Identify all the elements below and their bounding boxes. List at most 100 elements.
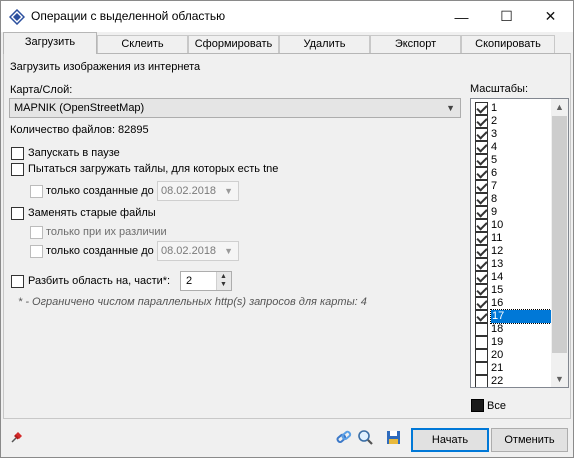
start-paused-checkbox[interactable]: [11, 147, 24, 160]
tab-export[interactable]: Экспорт: [370, 35, 461, 53]
scale-item[interactable]: 12: [475, 245, 551, 258]
scale-checkbox[interactable]: [475, 193, 488, 206]
chevron-down-icon: ▼: [224, 186, 233, 196]
tab-generate[interactable]: Сформировать: [188, 35, 279, 53]
scale-checkbox[interactable]: [475, 310, 488, 323]
scale-item[interactable]: 7: [475, 180, 551, 193]
scale-item[interactable]: 18: [475, 323, 551, 336]
scale-item[interactable]: 4: [475, 141, 551, 154]
scale-item[interactable]: 17: [475, 309, 554, 324]
scale-checkbox[interactable]: [475, 284, 488, 297]
scale-label: 16: [491, 297, 504, 309]
scales-list[interactable]: 22 21 20 19 18 17 16 15 14 13 12 11 10 9 8 7 6 5 4 3 2 1 ▲ ▼: [470, 98, 569, 388]
try-tne-label: Пытаться загружать тайлы, для которых ес…: [28, 163, 279, 175]
scale-item[interactable]: 2: [475, 115, 551, 128]
scale-label: 17: [490, 309, 554, 324]
limit-note: * - Ограничено числом параллельных http(…: [18, 296, 367, 308]
scale-item[interactable]: 8: [475, 193, 551, 206]
start-button[interactable]: Начать: [411, 428, 489, 452]
only-created-before-2-label: только созданные до: [46, 245, 154, 257]
try-tne-checkbox[interactable]: [11, 163, 24, 176]
scale-label: 19: [491, 336, 504, 348]
tab-download[interactable]: Загрузить: [3, 32, 97, 54]
scale-item[interactable]: 5: [475, 154, 551, 167]
stepper-down-icon[interactable]: ▼: [220, 281, 227, 288]
tab-delete[interactable]: Удалить: [279, 35, 370, 53]
link-icon[interactable]: [335, 429, 352, 446]
scale-checkbox[interactable]: [475, 375, 488, 387]
scale-checkbox[interactable]: [475, 219, 488, 232]
scale-item[interactable]: 22: [475, 375, 551, 387]
split-area-label: Разбить область на, части*:: [28, 275, 171, 287]
replace-old-checkbox[interactable]: [11, 207, 24, 220]
scale-checkbox[interactable]: [475, 297, 488, 310]
scale-item[interactable]: 19: [475, 336, 551, 349]
date-picker-1[interactable]: 08.02.2018 ▼: [157, 181, 239, 201]
scales-scrollbar[interactable]: ▲ ▼: [551, 99, 568, 387]
only-diff-checkbox[interactable]: [30, 226, 43, 239]
select-all-checkbox[interactable]: [471, 399, 484, 412]
scale-label: 7: [491, 180, 498, 192]
only-diff-label: только при их различии: [46, 226, 167, 238]
split-area-checkbox[interactable]: [11, 275, 24, 288]
scale-checkbox[interactable]: [475, 336, 488, 349]
map-layer-select[interactable]: MAPNIK (OpenStreetMap) ▼: [9, 98, 461, 118]
scale-checkbox[interactable]: [475, 271, 488, 284]
scale-item[interactable]: 13: [475, 258, 551, 271]
scale-checkbox[interactable]: [475, 154, 488, 167]
scale-checkbox[interactable]: [475, 167, 488, 180]
maximize-button[interactable]: ☐: [484, 1, 529, 32]
scale-item[interactable]: 1: [475, 102, 551, 115]
close-button[interactable]: ✕: [528, 1, 573, 32]
scale-label: 21: [491, 362, 504, 374]
scale-item[interactable]: 10: [475, 219, 551, 232]
scale-label: 2: [491, 115, 498, 127]
zoom-icon[interactable]: [357, 429, 374, 446]
scale-item[interactable]: 14: [475, 271, 551, 284]
scale-checkbox[interactable]: [475, 323, 488, 336]
scale-checkbox[interactable]: [475, 362, 488, 375]
save-icon[interactable]: [385, 429, 402, 446]
scroll-thumb[interactable]: [552, 116, 567, 353]
only-created-before-2-checkbox[interactable]: [30, 245, 43, 258]
stepper-up-icon[interactable]: ▲: [220, 273, 227, 280]
scale-item[interactable]: 21: [475, 362, 551, 375]
scale-label: 14: [491, 271, 504, 283]
scale-item[interactable]: 9: [475, 206, 551, 219]
date-picker-2[interactable]: 08.02.2018 ▼: [157, 241, 239, 261]
scale-checkbox[interactable]: [475, 128, 488, 141]
scale-item[interactable]: 3: [475, 128, 551, 141]
start-paused-label: Запускать в паузе: [28, 147, 120, 159]
cancel-button[interactable]: Отменить: [491, 428, 568, 452]
scale-checkbox[interactable]: [475, 349, 488, 362]
tab-copy[interactable]: Скопировать: [461, 35, 555, 53]
scale-checkbox[interactable]: [475, 102, 488, 115]
scale-item[interactable]: 11: [475, 232, 551, 245]
scale-checkbox[interactable]: [475, 141, 488, 154]
scale-checkbox[interactable]: [475, 245, 488, 258]
pin-icon[interactable]: [10, 430, 24, 444]
scale-item[interactable]: 20: [475, 349, 551, 362]
scale-label: 20: [491, 349, 504, 361]
minimize-button[interactable]: —: [439, 1, 484, 32]
scale-checkbox[interactable]: [475, 232, 488, 245]
scale-item[interactable]: 15: [475, 284, 551, 297]
scale-checkbox[interactable]: [475, 258, 488, 271]
files-count: Количество файлов: 82895: [10, 124, 149, 136]
scale-label: 13: [491, 258, 504, 270]
scale-checkbox[interactable]: [475, 115, 488, 128]
scale-item[interactable]: 16: [475, 297, 551, 310]
tab-merge[interactable]: Склеить: [97, 35, 188, 53]
split-parts-stepper[interactable]: 2 ▲ ▼: [180, 271, 232, 291]
date-2-value: 08.02.2018: [161, 245, 217, 257]
scale-label: 4: [491, 141, 498, 153]
scale-checkbox[interactable]: [475, 206, 488, 219]
date-1-value: 08.02.2018: [161, 185, 217, 197]
app-icon: [9, 9, 25, 25]
scale-checkbox[interactable]: [475, 180, 488, 193]
scroll-up-icon[interactable]: ▲: [555, 102, 564, 112]
scroll-down-icon[interactable]: ▼: [555, 374, 564, 384]
scale-item[interactable]: 6: [475, 167, 551, 180]
dialog-window: Операции с выделенной областью — ☐ ✕ Заг…: [0, 0, 574, 458]
only-created-before-1-checkbox[interactable]: [30, 185, 43, 198]
